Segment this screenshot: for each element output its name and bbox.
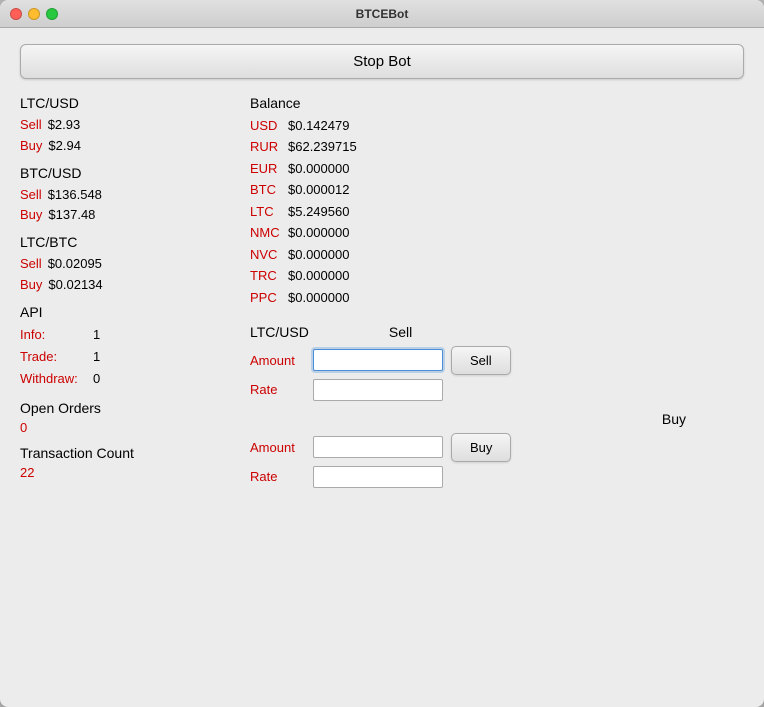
balance-ppc: PPC $0.000000 — [250, 287, 744, 308]
balance-nvc-currency: NVC — [250, 244, 280, 265]
api-info-value: 1 — [93, 324, 100, 346]
maximize-button[interactable] — [46, 8, 58, 20]
balance-btc-amount: $0.000012 — [288, 179, 349, 200]
main-layout: LTC/USD Sell $2.93 Buy $2.94 BTC/USD Sel… — [20, 95, 744, 691]
balance-eur-currency: EUR — [250, 158, 280, 179]
transaction-count-value: 22 — [20, 465, 230, 480]
trade-sell-header: Sell — [389, 324, 412, 340]
balance-ltc: LTC $5.249560 — [250, 201, 744, 222]
api-trade-row: Trade: 1 — [20, 346, 230, 368]
balance-nvc-amount: $0.000000 — [288, 244, 349, 265]
btc-usd-sell-value: $136.548 — [48, 185, 102, 206]
ltc-btc-sell-row: Sell $0.02095 — [20, 254, 230, 275]
balance-usd-amount: $0.142479 — [288, 115, 349, 136]
ltc-usd-buy-value: $2.94 — [48, 136, 81, 157]
ltc-btc-buy-value: $0.02134 — [48, 275, 102, 296]
app-window: BTCEBot Stop Bot LTC/USD Sell $2.93 Buy … — [0, 0, 764, 707]
ltc-usd-buy-label: Buy — [20, 136, 42, 157]
api-withdraw-row: Withdraw: 0 — [20, 368, 230, 390]
buy-amount-row: Amount Buy — [250, 433, 744, 462]
stop-bot-button[interactable]: Stop Bot — [20, 44, 744, 79]
balance-rur-amount: $62.239715 — [288, 136, 357, 157]
balance-eur-amount: $0.000000 — [288, 158, 349, 179]
balance-trc-currency: TRC — [250, 265, 280, 286]
ltc-btc-sell-value: $0.02095 — [48, 254, 102, 275]
balance-nvc: NVC $0.000000 — [250, 244, 744, 265]
buy-button[interactable]: Buy — [451, 433, 511, 462]
sell-rate-input[interactable] — [313, 379, 443, 401]
btc-usd-title: BTC/USD — [20, 165, 230, 181]
balance-eur: EUR $0.000000 — [250, 158, 744, 179]
balance-ltc-amount: $5.249560 — [288, 201, 349, 222]
btc-usd-buy-label: Buy — [20, 205, 42, 226]
window-title: BTCEBot — [356, 7, 409, 21]
title-bar: BTCEBot — [0, 0, 764, 28]
btc-usd-sell-label: Sell — [20, 185, 42, 206]
balance-usd: USD $0.142479 — [250, 115, 744, 136]
left-panel: LTC/USD Sell $2.93 Buy $2.94 BTC/USD Sel… — [20, 95, 230, 691]
api-info-row: Info: 1 — [20, 324, 230, 346]
open-orders-value: 0 — [20, 420, 230, 435]
buy-header-row: Buy — [250, 411, 686, 427]
btc-usd-sell-row: Sell $136.548 — [20, 185, 230, 206]
balance-btc-currency: BTC — [250, 179, 280, 200]
balance-trc: TRC $0.000000 — [250, 265, 744, 286]
buy-rate-input[interactable] — [313, 466, 443, 488]
close-button[interactable] — [10, 8, 22, 20]
api-withdraw-value: 0 — [93, 368, 100, 390]
sell-amount-input[interactable] — [313, 349, 443, 371]
balance-nmc: NMC $0.000000 — [250, 222, 744, 243]
right-panel: Balance USD $0.142479 RUR $62.239715 EUR… — [230, 95, 744, 691]
balance-rur: RUR $62.239715 — [250, 136, 744, 157]
balance-trc-amount: $0.000000 — [288, 265, 349, 286]
sell-rate-row: Rate — [250, 379, 744, 401]
trade-pair-label: LTC/USD — [250, 324, 309, 340]
api-trade-label: Trade: — [20, 346, 85, 368]
minimize-button[interactable] — [28, 8, 40, 20]
btc-usd-buy-value: $137.48 — [48, 205, 95, 226]
api-title: API — [20, 304, 230, 320]
sell-rate-label: Rate — [250, 382, 305, 397]
balance-ppc-amount: $0.000000 — [288, 287, 349, 308]
open-orders-title: Open Orders — [20, 400, 230, 416]
transaction-count-title: Transaction Count — [20, 445, 230, 461]
balance-btc: BTC $0.000012 — [250, 179, 744, 200]
trade-buy-header: Buy — [662, 411, 686, 427]
buy-rate-label: Rate — [250, 469, 305, 484]
trade-section: LTC/USD Sell Amount Sell Rate — [250, 324, 744, 488]
btc-usd-buy-row: Buy $137.48 — [20, 205, 230, 226]
sell-amount-row: Amount Sell — [250, 346, 744, 375]
balance-nmc-currency: NMC — [250, 222, 280, 243]
ltc-usd-buy-row: Buy $2.94 — [20, 136, 230, 157]
balance-rur-currency: RUR — [250, 136, 280, 157]
balance-list: USD $0.142479 RUR $62.239715 EUR $0.0000… — [250, 115, 744, 308]
ltc-btc-title: LTC/BTC — [20, 234, 230, 250]
buy-amount-label: Amount — [250, 440, 305, 455]
content-area: Stop Bot LTC/USD Sell $2.93 Buy $2.94 BT… — [0, 28, 764, 707]
balance-ltc-currency: LTC — [250, 201, 280, 222]
ltc-usd-sell-label: Sell — [20, 115, 42, 136]
ltc-usd-sell-row: Sell $2.93 — [20, 115, 230, 136]
balance-nmc-amount: $0.000000 — [288, 222, 349, 243]
sell-button[interactable]: Sell — [451, 346, 511, 375]
trade-header-row: LTC/USD Sell — [250, 324, 744, 340]
sell-amount-label: Amount — [250, 353, 305, 368]
ltc-btc-buy-row: Buy $0.02134 — [20, 275, 230, 296]
api-trade-value: 1 — [93, 346, 100, 368]
api-withdraw-label: Withdraw: — [20, 368, 85, 390]
buy-rate-row: Rate — [250, 466, 744, 488]
balance-usd-currency: USD — [250, 115, 280, 136]
ltc-usd-title: LTC/USD — [20, 95, 230, 111]
ltc-btc-buy-label: Buy — [20, 275, 42, 296]
ltc-usd-sell-value: $2.93 — [48, 115, 81, 136]
window-controls — [10, 8, 58, 20]
ltc-btc-sell-label: Sell — [20, 254, 42, 275]
buy-amount-input[interactable] — [313, 436, 443, 458]
api-info-label: Info: — [20, 324, 85, 346]
balance-ppc-currency: PPC — [250, 287, 280, 308]
balance-title: Balance — [250, 95, 744, 111]
